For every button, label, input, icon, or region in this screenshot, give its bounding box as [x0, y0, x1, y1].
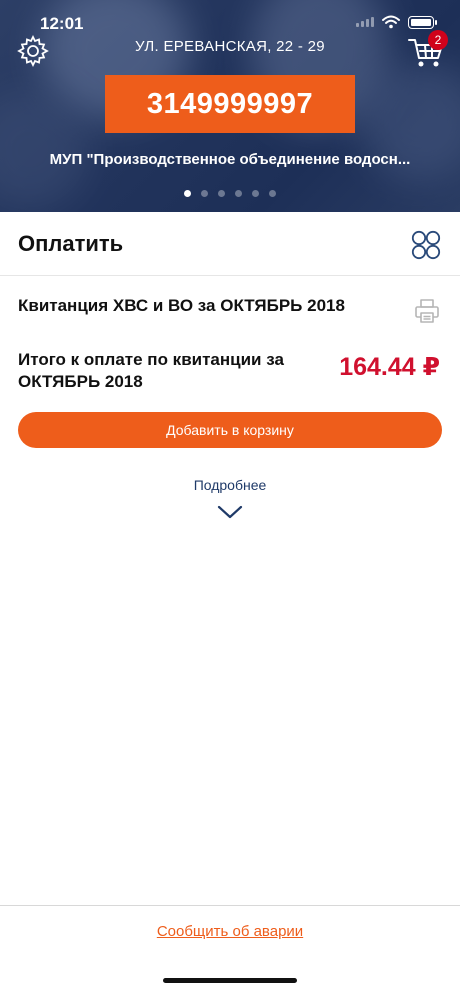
status-time: 12:01 [40, 14, 84, 33]
pay-section-header: Оплатить [0, 212, 460, 276]
status-icons [356, 15, 437, 29]
section-title: Оплатить [18, 231, 124, 256]
organization-name: МУП "Производственное объединение водосн… [49, 151, 411, 168]
add-to-cart-button[interactable]: Добавить в корзину [18, 412, 442, 448]
carousel-dot[interactable] [269, 190, 276, 197]
carousel-dot-active[interactable] [184, 190, 191, 197]
total-amount: 164.44 ₽ [339, 353, 440, 381]
carousel-dots[interactable] [0, 190, 460, 197]
carousel-dot[interactable] [252, 190, 259, 197]
carousel-dot[interactable] [235, 190, 242, 197]
report-accident-link[interactable]: Сообщить об аварии [0, 923, 460, 940]
account-number[interactable]: 3149999997 [105, 75, 355, 133]
wifi-icon [382, 15, 400, 29]
header-banner: 12:01 УЛ. ЕРЕВАНСКАЯ, 22 - 29 2 31499999… [0, 0, 460, 212]
carousel-dot[interactable] [218, 190, 225, 197]
chevron-down-icon[interactable] [216, 502, 244, 522]
address-label: УЛ. ЕРЕВАНСКАЯ, 22 - 29 [135, 38, 325, 55]
battery-icon [408, 15, 437, 29]
printer-icon[interactable] [414, 298, 440, 324]
footer-divider [0, 905, 460, 906]
cellular-signal-icon [356, 17, 374, 27]
home-indicator[interactable] [163, 978, 297, 983]
carousel-dot[interactable] [201, 190, 208, 197]
cart-count-badge: 2 [428, 30, 448, 50]
grid-view-icon[interactable] [410, 229, 442, 261]
more-details-link[interactable]: Подробнее [0, 477, 460, 493]
gear-icon[interactable] [16, 34, 50, 68]
receipt-title: Квитанция ХВС и ВО за ОКТЯБРЬ 2018 [18, 296, 345, 315]
total-label: Итого к оплате по квитанции за ОКТЯБРЬ 2… [18, 350, 284, 391]
